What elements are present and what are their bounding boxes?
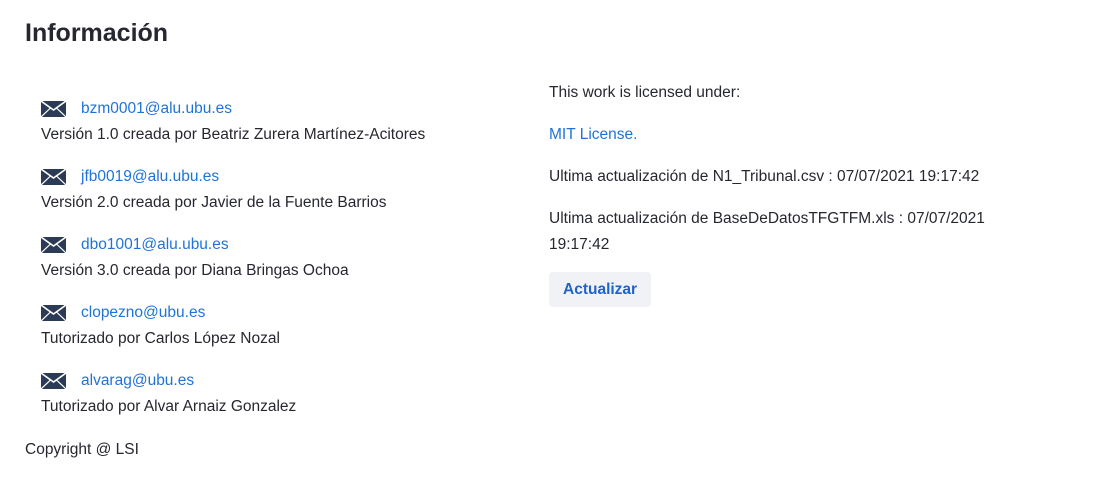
author-item: alvarag@ubu.es Tutorizado por Alvar Arna… bbox=[41, 368, 521, 436]
authors-list: bzm0001@alu.ubu.es Versión 1.0 creada po… bbox=[41, 96, 521, 436]
author-email-link[interactable]: clopezno@ubu.es bbox=[81, 304, 205, 322]
email-row: dbo1001@alu.ubu.es bbox=[41, 232, 521, 258]
license-intro: This work is licensed under: bbox=[549, 84, 741, 101]
license-panel: This work is licensed under: MIT License… bbox=[549, 80, 1029, 307]
envelope-icon bbox=[41, 305, 66, 321]
envelope-icon bbox=[41, 373, 66, 389]
author-description: Versión 1.0 creada por Beatriz Zurera Ma… bbox=[41, 126, 426, 143]
mit-license-link[interactable]: MIT License. bbox=[549, 126, 637, 143]
author-item: bzm0001@alu.ubu.es Versión 1.0 creada po… bbox=[41, 96, 521, 164]
author-item: clopezno@ubu.es Tutorizado por Carlos Ló… bbox=[41, 300, 521, 368]
database-update-text: Ultima actualización de BaseDeDatosTFGTF… bbox=[549, 210, 985, 253]
email-row: clopezno@ubu.es bbox=[41, 300, 521, 326]
update-button[interactable]: Actualizar bbox=[549, 272, 652, 307]
envelope-icon bbox=[41, 237, 66, 253]
license-link-row: MIT License. bbox=[549, 122, 1029, 164]
author-description: Tutorizado por Alvar Arnaiz Gonzalez bbox=[41, 398, 297, 415]
page-title: Información bbox=[25, 19, 169, 47]
author-email-link[interactable]: dbo1001@alu.ubu.es bbox=[81, 236, 229, 254]
author-item: jfb0019@alu.ubu.es Versión 2.0 creada po… bbox=[41, 164, 521, 232]
email-row: bzm0001@alu.ubu.es bbox=[41, 96, 521, 122]
tribunal-update-text: Ultima actualización de N1_Tribunal.csv … bbox=[549, 168, 980, 185]
author-description: Versión 3.0 creada por Diana Bringas Och… bbox=[41, 262, 349, 279]
copyright-text: Copyright @ LSI bbox=[25, 441, 139, 458]
email-row: alvarag@ubu.es bbox=[41, 368, 521, 394]
author-email-link[interactable]: alvarag@ubu.es bbox=[81, 372, 194, 390]
envelope-icon bbox=[41, 101, 66, 117]
author-description: Versión 2.0 creada por Javier de la Fuen… bbox=[41, 194, 387, 211]
author-description: Tutorizado por Carlos López Nozal bbox=[41, 330, 280, 347]
envelope-icon bbox=[41, 169, 66, 185]
author-item: dbo1001@alu.ubu.es Versión 3.0 creada po… bbox=[41, 232, 521, 300]
author-email-link[interactable]: jfb0019@alu.ubu.es bbox=[81, 168, 219, 186]
author-email-link[interactable]: bzm0001@alu.ubu.es bbox=[81, 100, 232, 118]
email-row: jfb0019@alu.ubu.es bbox=[41, 164, 521, 190]
